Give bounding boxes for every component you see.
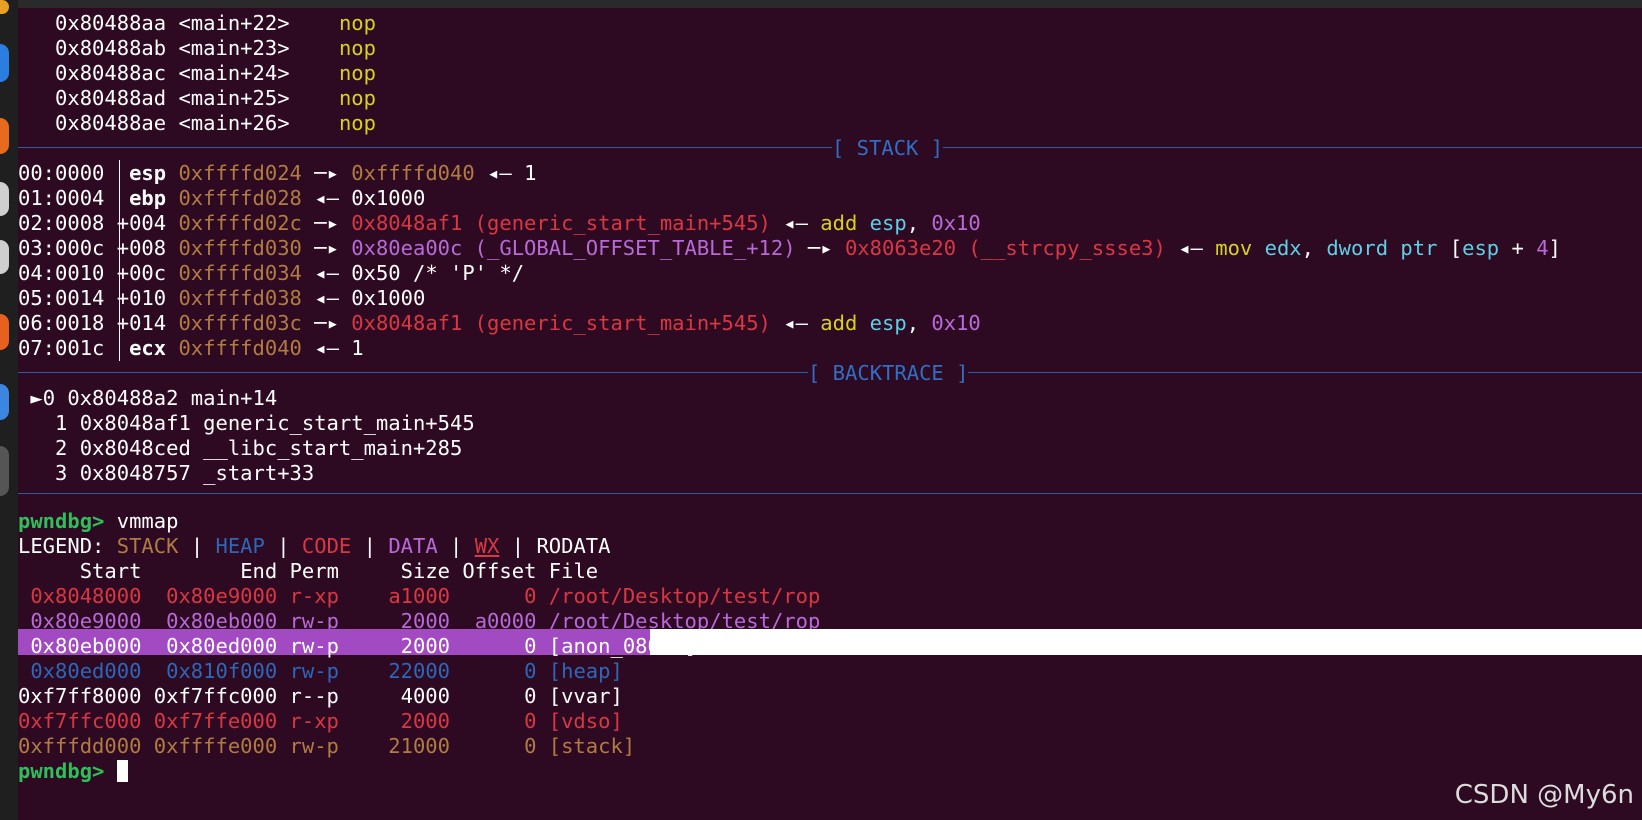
stack-row: 06:0018 +014 0xffffd03c ─▸ 0x8048af1 (ge… — [18, 310, 981, 336]
vmmap-row: 0x8048000 0x80e9000 r-xp a1000 0 /root/D… — [30, 584, 821, 608]
terminal-icon[interactable] — [0, 446, 9, 496]
stack-row: 02:0008 +004 0xffffd02c ─▸ 0x8048af1 (ge… — [18, 210, 981, 236]
disasm-line: 0x80488ab <main+23> nop — [55, 36, 376, 60]
disasm-line: 0x80488aa <main+22> nop — [55, 11, 376, 35]
vmmap-row: 0x80ed000 0x810f000 rw-p 22000 0 [heap] — [30, 659, 623, 683]
vmmap-row: 0xf7ff8000 0xf7ffc000 r--p 4000 0 [vvar] — [18, 684, 623, 708]
app-icon-orange[interactable] — [0, 0, 9, 14]
prompt: pwndbg> — [18, 759, 105, 783]
backtrace-frame: ►0 0x80488a2 main+14 — [30, 386, 278, 410]
current-frame-arrow-icon: ► — [30, 386, 43, 410]
vmmap-legend: LEGEND: STACK | HEAP | CODE | DATA | WX … — [18, 534, 611, 558]
title-bar — [18, 0, 1642, 8]
stack-row: 01:0004 ebp 0xffffd028 ◂— 0x1000 — [18, 185, 426, 211]
app-icon-files[interactable] — [0, 182, 9, 216]
stack-row: 05:0014 +010 0xffffd038 ◂— 0x1000 — [18, 285, 426, 311]
prompt: pwndbg> — [18, 509, 105, 533]
vmmap-row: 0xf7ffc000 0xf7ffe000 r-xp 2000 0 [vdso] — [18, 709, 623, 733]
stack-row: 03:000c +008 0xffffd030 ─▸ 0x80ea00c (_G… — [18, 235, 1561, 261]
input-line[interactable]: pwndbg> — [18, 758, 1642, 784]
dock — [0, 0, 18, 820]
stack-row: 04:0010 +00c 0xffffd034 ◂— 0x50 /* 'P' *… — [18, 260, 525, 286]
disasm-line: 0x80488ae <main+26> nop — [55, 111, 376, 135]
terminal-output[interactable]: 0x80488aa <main+22> nop 0x80488ab <main+… — [18, 8, 1642, 820]
disasm-line: 0x80488ad <main+25> nop — [55, 86, 376, 110]
app-icon-rhythmbox[interactable] — [0, 240, 9, 274]
stack-separator: [ STACK ] — [18, 135, 1642, 161]
vmmap-header: Start End Perm Size Offset File — [79, 559, 599, 583]
stack-row: 07:001c ecx 0xffffd040 ◂— 1 — [18, 335, 364, 361]
app-icon-software[interactable] — [0, 314, 9, 350]
vmmap-row: 0xfffdd000 0xffffe000 rw-p 21000 0 [stac… — [18, 734, 636, 758]
app-icon-help[interactable] — [0, 384, 9, 420]
vmmap-row-selected[interactable]: 0x80eb000 0x80ed000 rw-p 2000 0 [anon_08… — [18, 633, 1642, 659]
app-icon-thunderbird[interactable] — [0, 118, 9, 154]
stack-row: 00:0000 esp 0xffffd024 ─▸ 0xffffd040 ◂— … — [18, 160, 537, 186]
stack-title: [ STACK ] — [832, 135, 944, 161]
context-end-separator — [18, 481, 1642, 507]
firefox-icon[interactable] — [0, 44, 9, 82]
backtrace-frame: 1 0x8048af1 generic_start_main+545 — [55, 411, 475, 435]
watermark: CSDN @My6n — [1454, 780, 1634, 810]
command-text: vmmap — [116, 509, 179, 533]
backtrace-frame: 2 0x8048ced __libc_start_main+285 — [55, 436, 463, 460]
command-line: pwndbg> vmmap — [18, 508, 1642, 534]
text-cursor — [116, 760, 128, 782]
disasm-line: 0x80488ac <main+24> nop — [55, 61, 376, 85]
backtrace-separator: [ BACKTRACE ] — [18, 360, 1642, 386]
backtrace-title: [ BACKTRACE ] — [808, 360, 969, 386]
